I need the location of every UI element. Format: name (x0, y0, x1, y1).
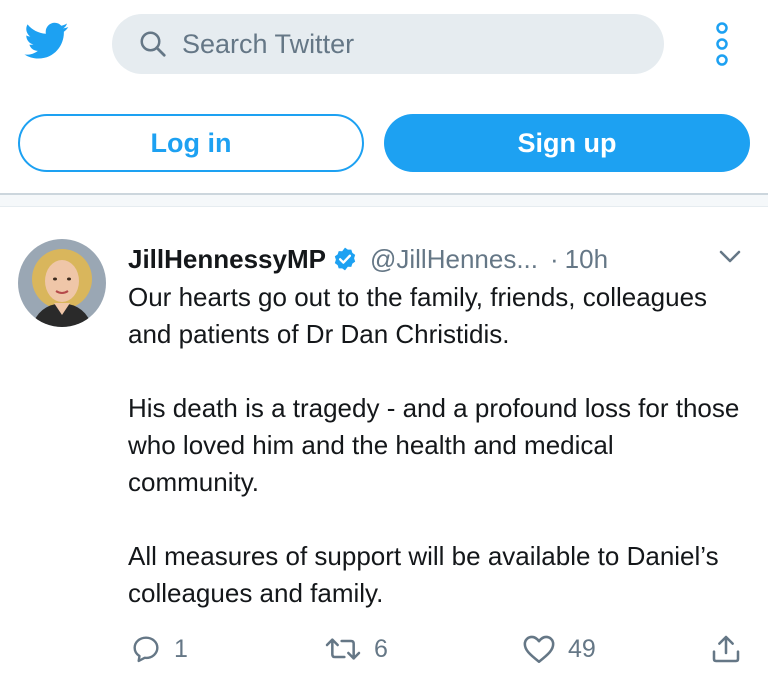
avatar[interactable] (18, 239, 106, 327)
like-button[interactable]: 49 (522, 633, 596, 665)
chevron-down-icon[interactable] (718, 249, 742, 265)
share-button[interactable] (710, 633, 754, 665)
retweet-icon (325, 638, 361, 660)
handle[interactable]: @JillHennes... (370, 244, 538, 275)
reply-icon (133, 636, 159, 663)
top-bar: Search Twitter (0, 0, 768, 88)
display-name[interactable]: JillHennessyMP (128, 244, 326, 275)
search-input[interactable]: Search Twitter (182, 29, 354, 60)
like-count: 49 (568, 634, 596, 663)
heart-icon (523, 635, 555, 664)
verified-badge-icon (334, 247, 356, 271)
signup-button[interactable]: Sign up (384, 114, 750, 172)
tweet-paragraph: All measures of support will be availabl… (128, 541, 719, 608)
more-vertical-icon[interactable] (708, 20, 736, 68)
search-bar[interactable]: Search Twitter (112, 14, 664, 74)
tweet-text: Our hearts go out to the family, friends… (128, 279, 748, 649)
share-icon (712, 635, 740, 663)
reply-count: 1 (174, 634, 188, 663)
timestamp[interactable]: 10h (565, 244, 608, 275)
reply-button[interactable]: 1 (130, 633, 188, 665)
divider (0, 193, 768, 207)
search-icon (140, 31, 166, 57)
auth-bar: Log in Sign up (0, 88, 768, 194)
tweet[interactable]: JillHennessyMP @JillHennes... · 10h Our … (0, 207, 768, 692)
tweet-actions: 1 6 49 (0, 625, 768, 675)
login-button[interactable]: Log in (18, 114, 364, 172)
tweet-paragraph: Our hearts go out to the family, friends… (128, 282, 708, 349)
retweet-count: 6 (374, 634, 388, 663)
retweet-button[interactable]: 6 (324, 633, 388, 665)
separator: · (550, 243, 559, 274)
tweet-paragraph: His death is a tragedy - and a profound … (128, 393, 740, 497)
tweet-header: JillHennessyMP @JillHennes... · 10h (128, 239, 748, 279)
twitter-bird-icon[interactable] (22, 18, 72, 62)
